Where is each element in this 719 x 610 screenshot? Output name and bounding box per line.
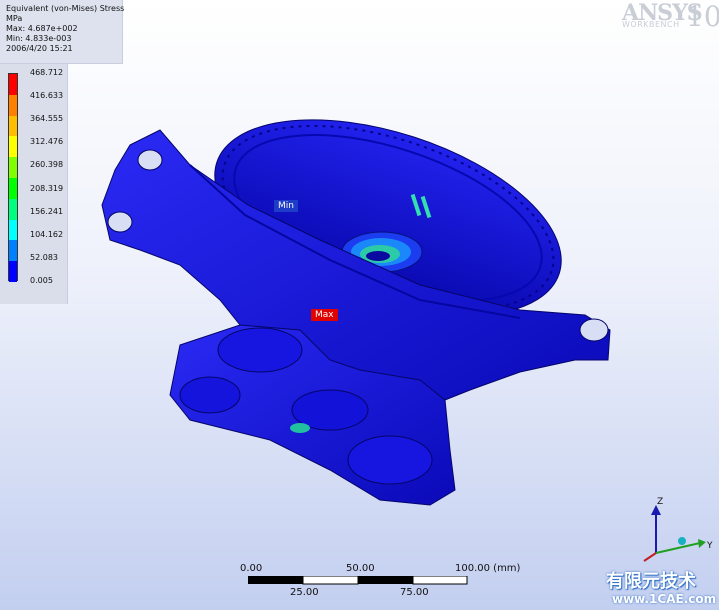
- legend-label: 260.398: [30, 160, 64, 170]
- scale-label-25: 25.00: [290, 587, 319, 598]
- watermark-url: www.1CAE.com: [612, 592, 717, 606]
- legend-label: 468.712: [30, 68, 64, 77]
- legend-segment: [9, 178, 17, 199]
- legend-segment: [9, 115, 17, 137]
- axis-triad[interactable]: [640, 495, 710, 565]
- legend-label: 0.005: [30, 276, 53, 285]
- axis-z-label: Z: [657, 497, 664, 507]
- scale-bar: [248, 576, 468, 585]
- legend-segment: [9, 157, 17, 178]
- result-max: Max: 4.687e+002: [6, 24, 78, 33]
- model-render[interactable]: [0, 0, 719, 610]
- legend-label: 156.241: [30, 206, 64, 216]
- legend-segment: [9, 94, 17, 116]
- result-title: Equivalent (von-Mises) Stress: [6, 4, 125, 13]
- legend-label: 416.633: [30, 91, 64, 101]
- legend-label: 208.319: [30, 183, 64, 193]
- scale-label-50: 50.00: [346, 563, 375, 574]
- axis-y-label: Y: [707, 541, 713, 551]
- watermark-text: 有限元技术: [606, 571, 696, 592]
- legend-segment: [9, 219, 17, 241]
- result-unit: MPa: [6, 14, 23, 23]
- max-probe-tag[interactable]: Max: [311, 309, 338, 321]
- legend-label: 312.476: [30, 137, 64, 147]
- result-timestamp: 2006/4/20 15:21: [6, 44, 73, 53]
- legend-segment: [9, 198, 17, 220]
- legend-segment: [9, 136, 17, 158]
- legend-segment: [9, 74, 17, 95]
- brand-version: 100: [686, 0, 719, 33]
- model-viewport[interactable]: Equivalent (von-Mises) Stress MPa Max: 4…: [0, 0, 719, 610]
- legend-label: 52.083: [30, 252, 58, 262]
- legend-label: 364.555: [30, 114, 64, 124]
- legend-label: 104.162: [30, 229, 64, 239]
- legend-segment: [9, 261, 17, 282]
- result-info-box: Equivalent (von-Mises) Stress MPa Max: 4…: [0, 0, 125, 64]
- scale-label-75: 75.00: [400, 587, 429, 598]
- min-probe-tag[interactable]: Min: [274, 200, 298, 212]
- scale-label-0: 0.00: [240, 563, 263, 574]
- result-min: Min: 4.833e-003: [6, 34, 72, 43]
- legend-color-bar: [8, 73, 18, 282]
- legend-segment: [9, 240, 17, 262]
- brand-sub: WORKBENCH: [622, 20, 680, 29]
- scale-label-100: 100.00 (mm): [455, 563, 521, 574]
